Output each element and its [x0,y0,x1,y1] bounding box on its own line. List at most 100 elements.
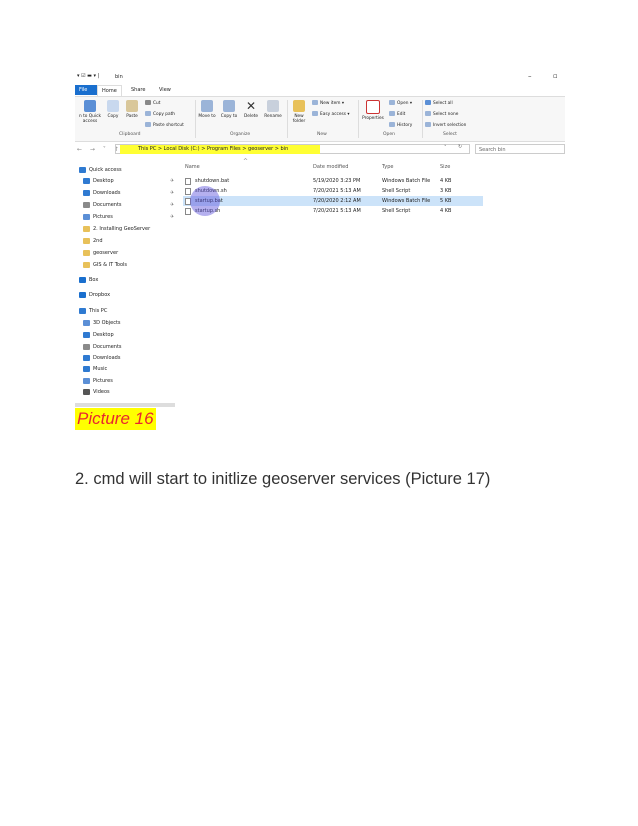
open-icon [389,100,395,105]
copy-button[interactable]: Copy [105,100,121,119]
history-icon [389,122,395,127]
file-size: 5 KB [440,198,452,204]
search-input[interactable]: Search bin [475,144,565,154]
desktop-icon [83,331,90,338]
nav-item[interactable]: Pictures [83,376,113,386]
tab-home[interactable]: Home [97,85,122,96]
copy-to-button[interactable]: Copy to [219,100,239,119]
rename-icon [267,100,279,112]
nav-item-label: Downloads [93,355,121,361]
ribbon-separator [358,100,359,138]
file-row[interactable]: shutdown.bat 5/19/2020 3:23 PM Windows Bat… [183,176,483,186]
copy-to-icon [223,100,235,112]
pin-icon[interactable]: ✈ [170,178,174,184]
new-folder-button[interactable]: New folder [289,100,309,124]
quick-access-toolbar-icon[interactable]: ▾ ☑ ▬ ▾ | [77,73,99,79]
new-item-icon [312,100,318,105]
nav-item[interactable]: geoserver [83,248,118,258]
picture-icon [83,377,90,384]
copy-icon [107,100,119,112]
easy-access-button[interactable]: Easy access ▾ [312,111,350,117]
paste-button[interactable]: Paste [123,100,141,119]
nav-item[interactable]: Downloads [83,188,120,198]
delete-button[interactable]: ✕ Delete [242,100,260,119]
tab-share[interactable]: Share [127,85,149,95]
move-to-button[interactable]: Move to [197,100,217,119]
pin-icon[interactable]: ✈ [170,214,174,220]
delete-x-icon: ✕ [245,99,257,113]
file-row[interactable]: startup.sh 7/20/2021 5:13 AM Shell Script 4… [183,206,483,216]
refresh-icon[interactable]: ↻ [458,144,462,150]
history-button[interactable]: History [389,122,412,128]
rename-button[interactable]: Rename [262,100,284,119]
file-row[interactable]: shutdown.sh 7/20/2021 5:13 AM Shell Script… [183,186,483,196]
ribbon-separator [422,100,423,138]
nav-item[interactable]: Music [83,364,107,374]
minimize-icon[interactable]: – [528,72,532,80]
nav-item[interactable]: This PC [79,306,107,316]
nav-item[interactable]: Desktop [83,176,114,186]
properties-button[interactable]: Properties [360,100,386,121]
folder-icon [83,237,90,244]
nav-item[interactable]: Pictures [83,212,113,222]
group-open-label: Open [383,132,396,137]
nav-item[interactable]: Box [79,275,98,285]
copy-path-button[interactable]: Copy path [145,111,175,117]
invert-selection-button[interactable]: Invert selection [425,122,466,128]
select-none-button[interactable]: Select none [425,111,458,117]
properties-check-icon [366,100,380,114]
scissors-icon [145,100,151,105]
move-icon [201,100,213,112]
nav-item[interactable]: Documents [83,342,122,352]
select-none-icon [425,111,431,116]
nav-item[interactable]: Desktop [83,330,114,340]
paste-shortcut-button[interactable]: Paste shortcut [145,122,184,128]
nav-item[interactable]: Downloads [83,353,120,363]
file-icon [185,188,191,195]
column-type[interactable]: Type [382,164,393,170]
nav-item[interactable]: 2nd [83,236,103,246]
column-name[interactable]: Name [185,164,200,170]
chevron-down-icon[interactable]: ˅ [444,145,447,151]
file-type: Windows Batch File [382,178,431,184]
maximize-icon[interactable]: ▫ [553,72,558,80]
nav-item-label: Pictures [93,378,113,384]
nav-item[interactable]: Videos [83,387,110,397]
nav-item[interactable]: Dropbox [79,290,110,300]
nav-item[interactable]: Quick access [79,165,122,175]
open-button[interactable]: Open ▾ [389,100,412,106]
group-select-label: Select [443,132,457,137]
nav-item[interactable]: Documents [83,200,122,210]
tab-file[interactable]: File [75,85,97,95]
nav-item[interactable]: 3D Objects [83,318,121,328]
file-date: 7/20/2021 5:13 AM [313,208,361,214]
group-organize-label: Organize [230,132,251,137]
pin-icon[interactable]: ✈ [170,190,174,196]
breadcrumb[interactable]: This PC > Local Disk (C:) > Program File… [120,145,320,154]
column-date-modified[interactable]: Date modified [313,164,348,170]
new-item-button[interactable]: New item ▾ [312,100,344,106]
column-size[interactable]: Size [440,164,450,170]
nav-item-label: Box [89,277,99,283]
select-all-icon [425,100,431,105]
select-all-button[interactable]: Select all [425,100,453,106]
edit-button[interactable]: Edit [389,111,405,117]
horizontal-scrollbar[interactable] [75,403,175,407]
nav-item-label: Dropbox [89,292,111,298]
file-type: Shell Script [382,208,411,214]
click-highlight [190,186,220,216]
pin-icon[interactable]: ✈ [170,202,174,208]
nav-item-label: This PC [89,308,108,314]
nav-item[interactable]: GIS & IT Tools [83,260,127,270]
copy-path-icon [145,111,151,116]
nav-item[interactable]: 2. Installing GeoServer [83,224,150,234]
nav-item-label: Documents [93,202,122,208]
file-row[interactable]: startup.bat 7/20/2020 2:12 AM Windows Batc… [183,196,483,206]
tab-view[interactable]: View [155,85,175,95]
file-size: 3 KB [440,188,452,194]
cut-button[interactable]: Cut [145,100,160,106]
box-icon [79,276,86,283]
pin-quick-access-button[interactable]: n to Quick access [76,100,104,124]
easy-access-icon [312,111,318,116]
document-icon [83,343,90,350]
